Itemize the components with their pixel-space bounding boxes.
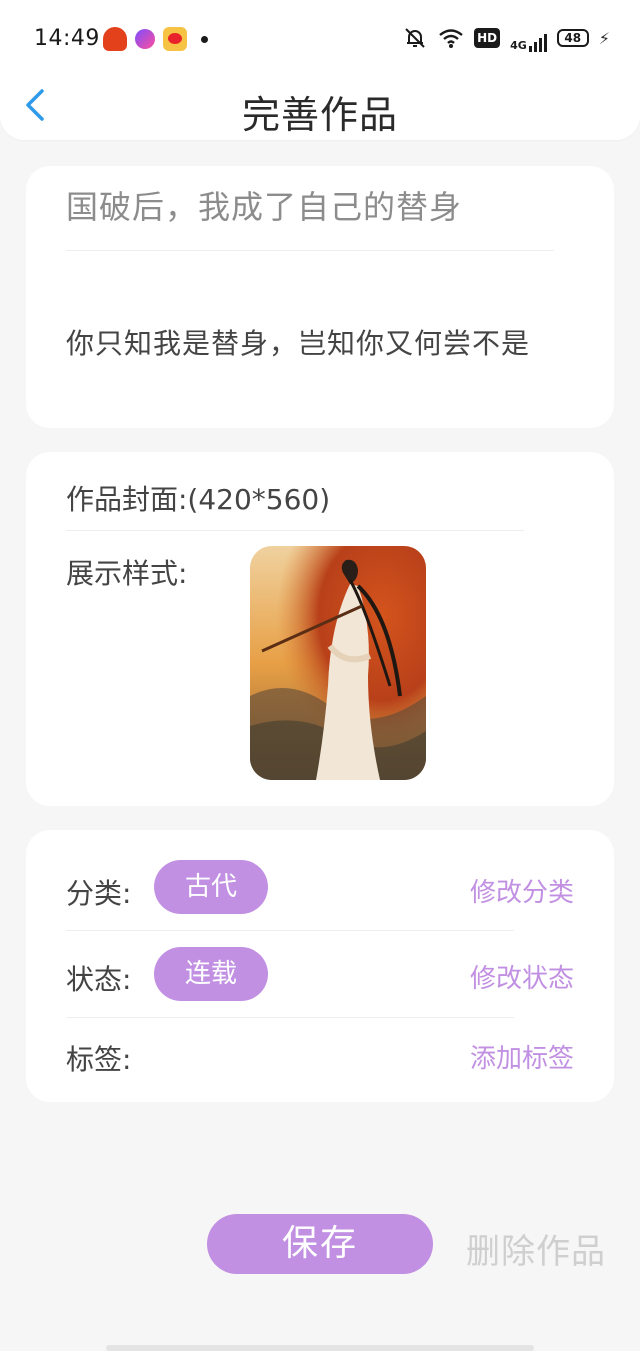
status-badge: 连载 xyxy=(154,947,268,1001)
divider xyxy=(66,930,514,931)
divider xyxy=(66,530,524,531)
status-label: 状态: xyxy=(66,963,132,996)
signal-icon: 4G xyxy=(510,24,547,52)
app-notification-icon xyxy=(103,27,127,51)
work-info-card: 国破后，我成了自己的替身 你只知我是替身，岂知你又何尝不是 xyxy=(26,166,614,428)
edit-status-link[interactable]: 修改状态 xyxy=(470,958,574,995)
meta-card: 分类: 古代 修改分类 状态: 连载 修改状态 标签: 添加标签 xyxy=(26,830,614,1102)
hd-icon: HD xyxy=(474,28,501,48)
app-notification-icon xyxy=(135,29,155,49)
add-tag-link[interactable]: 添加标签 xyxy=(470,1038,574,1075)
network-type: 4G xyxy=(510,39,527,52)
divider xyxy=(66,1017,514,1018)
charging-icon: ⚡ xyxy=(598,28,610,48)
work-title-input[interactable]: 国破后，我成了自己的替身 xyxy=(66,182,462,228)
cover-illustration xyxy=(250,546,426,780)
cover-card: 作品封面:(420*560) 展示样式: xyxy=(26,452,614,806)
cover-image[interactable] xyxy=(250,546,426,780)
system-icons: HD 4G 48 ⚡ xyxy=(402,24,610,52)
navigation-bar: 完善作品 xyxy=(0,70,640,140)
category-label: 分类: xyxy=(66,877,132,910)
weibo-icon xyxy=(163,27,187,51)
home-indicator xyxy=(106,1345,534,1351)
status-time: 14:49 xyxy=(34,26,100,51)
category-badge: 古代 xyxy=(154,860,268,914)
notification-icons xyxy=(103,27,208,51)
battery-icon: 48 xyxy=(556,29,589,47)
cover-label: 作品封面:(420*560) xyxy=(66,483,331,516)
signal-bars-icon xyxy=(528,34,547,52)
edit-category-link[interactable]: 修改分类 xyxy=(470,872,574,909)
divider xyxy=(66,250,554,251)
save-button[interactable]: 保存 xyxy=(207,1214,433,1274)
delete-work-button[interactable]: 删除作品 xyxy=(466,1224,606,1273)
tags-label: 标签: xyxy=(66,1043,132,1076)
status-bar: 14:49 HD 4G 48 ⚡ xyxy=(0,0,640,80)
display-style-label: 展示样式: xyxy=(66,557,188,590)
more-notifications-dot-icon xyxy=(201,35,208,43)
page-title: 完善作品 xyxy=(241,93,398,137)
mute-bell-icon xyxy=(405,28,425,48)
wifi-icon xyxy=(439,29,463,48)
work-description-input[interactable]: 你只知我是替身，岂知你又何尝不是 xyxy=(66,322,530,362)
